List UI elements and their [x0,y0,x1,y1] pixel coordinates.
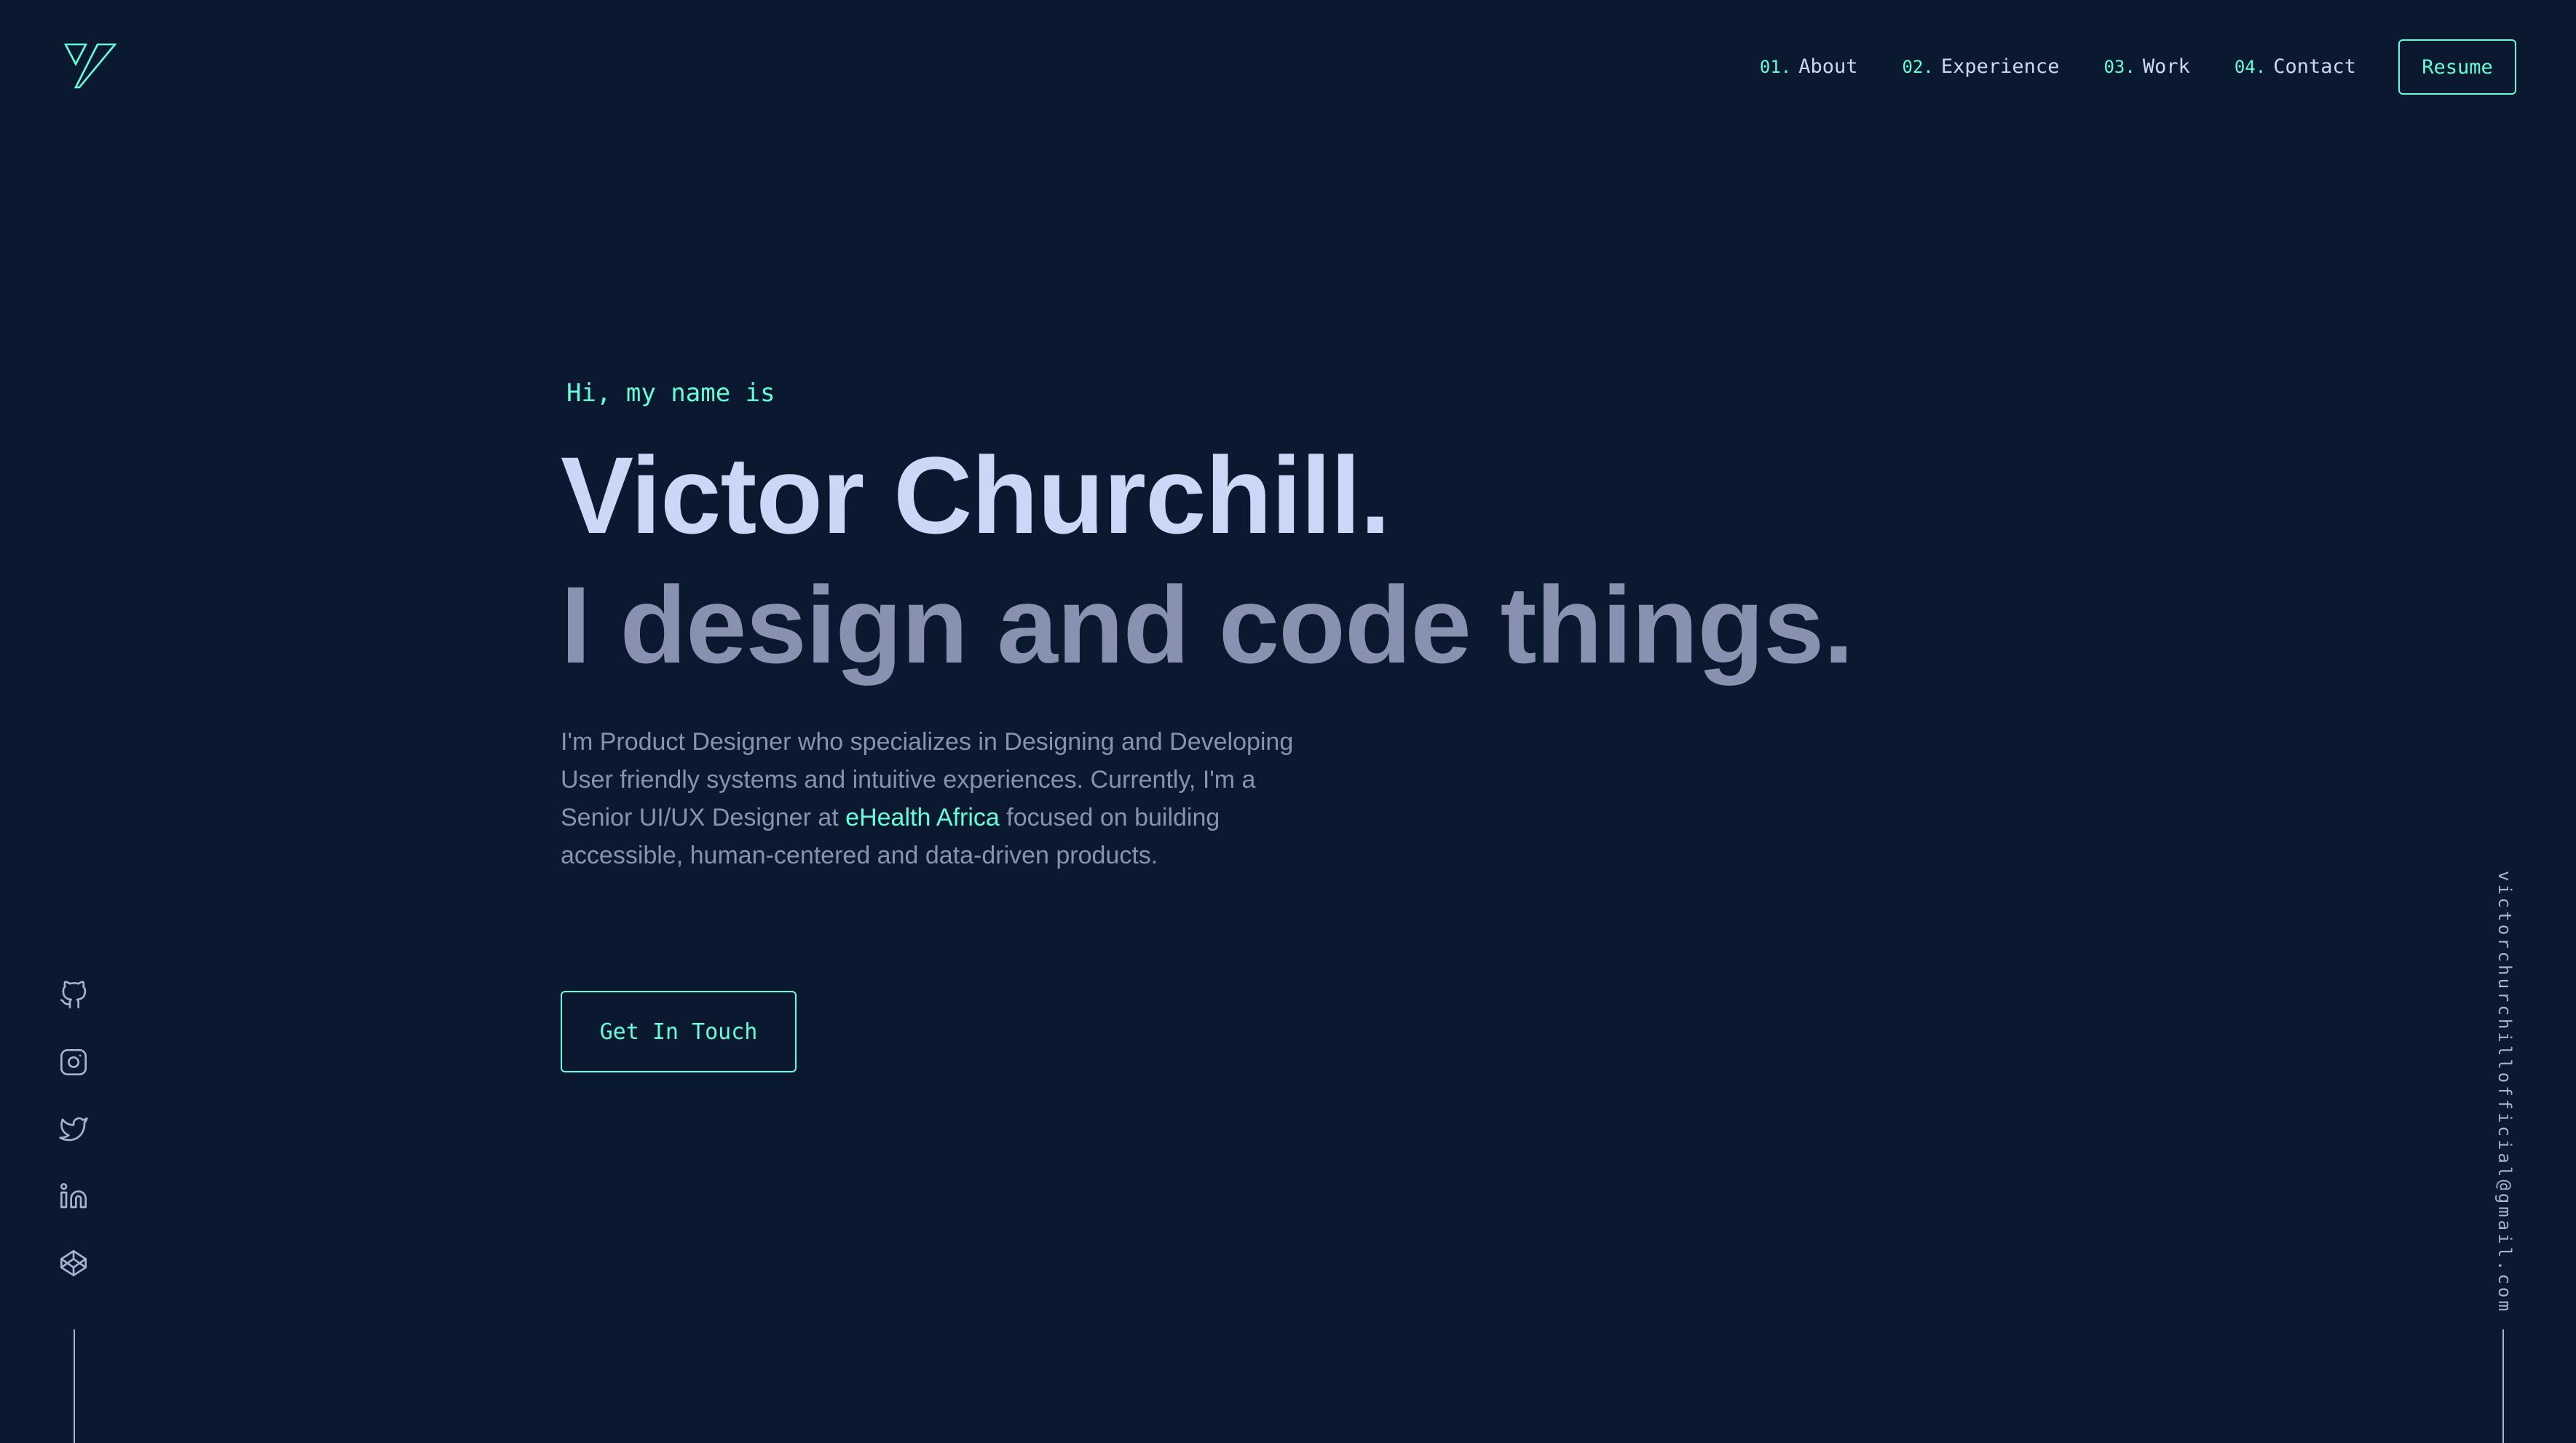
nav-number: 01. [1759,57,1792,77]
resume-button[interactable]: Resume [2398,39,2516,95]
codepen-icon [60,1250,87,1276]
linkedin-icon [60,1183,87,1209]
hero-tagline: I design and code things. [561,564,1854,686]
nav-number: 02. [1902,57,1934,77]
codepen-link[interactable] [57,1246,90,1280]
right-rail-line [2502,1329,2504,1443]
ehealth-africa-link[interactable]: eHealth Africa [845,804,1000,831]
hero-name: Victor Churchill. [561,434,1391,556]
nav-experience[interactable]: 02. Experience [1903,55,2060,78]
email-rail: victorchurchillofficial@gmail.com [2490,871,2519,1314]
nav-label: About [1798,55,1858,78]
nav-work[interactable]: 03. Work [2103,55,2189,78]
nav-label: Work [2142,55,2190,78]
email-link[interactable]: victorchurchillofficial@gmail.com [2494,871,2515,1314]
instagram-link[interactable] [57,1045,90,1079]
nav-number: 04. [2234,57,2267,77]
main-nav: 01. About 02. Experience 03. Work 04. Contac… [1760,55,2356,78]
vc-monogram-logo-icon [63,43,117,89]
instagram-icon [60,1049,87,1075]
get-in-touch-button[interactable]: Get In Touch [561,991,797,1072]
nav-contact[interactable]: 04. Contact [2235,55,2356,78]
nav-label: Contact [2273,55,2356,78]
left-rail-line [74,1329,75,1443]
site-logo[interactable] [63,42,117,90]
nav-about[interactable]: 01. About [1760,55,1858,78]
github-link[interactable] [57,979,90,1012]
nav-number: 03. [2103,57,2136,77]
twitter-link[interactable] [57,1112,90,1146]
linkedin-link[interactable] [57,1179,90,1213]
intro-text: Hi, my name is [566,379,775,408]
nav-label: Experience [1940,55,2060,78]
hero-bio: I'm Product Designer who specializes in … [561,723,1296,874]
twitter-icon [59,1117,88,1142]
github-icon [60,981,87,1008]
